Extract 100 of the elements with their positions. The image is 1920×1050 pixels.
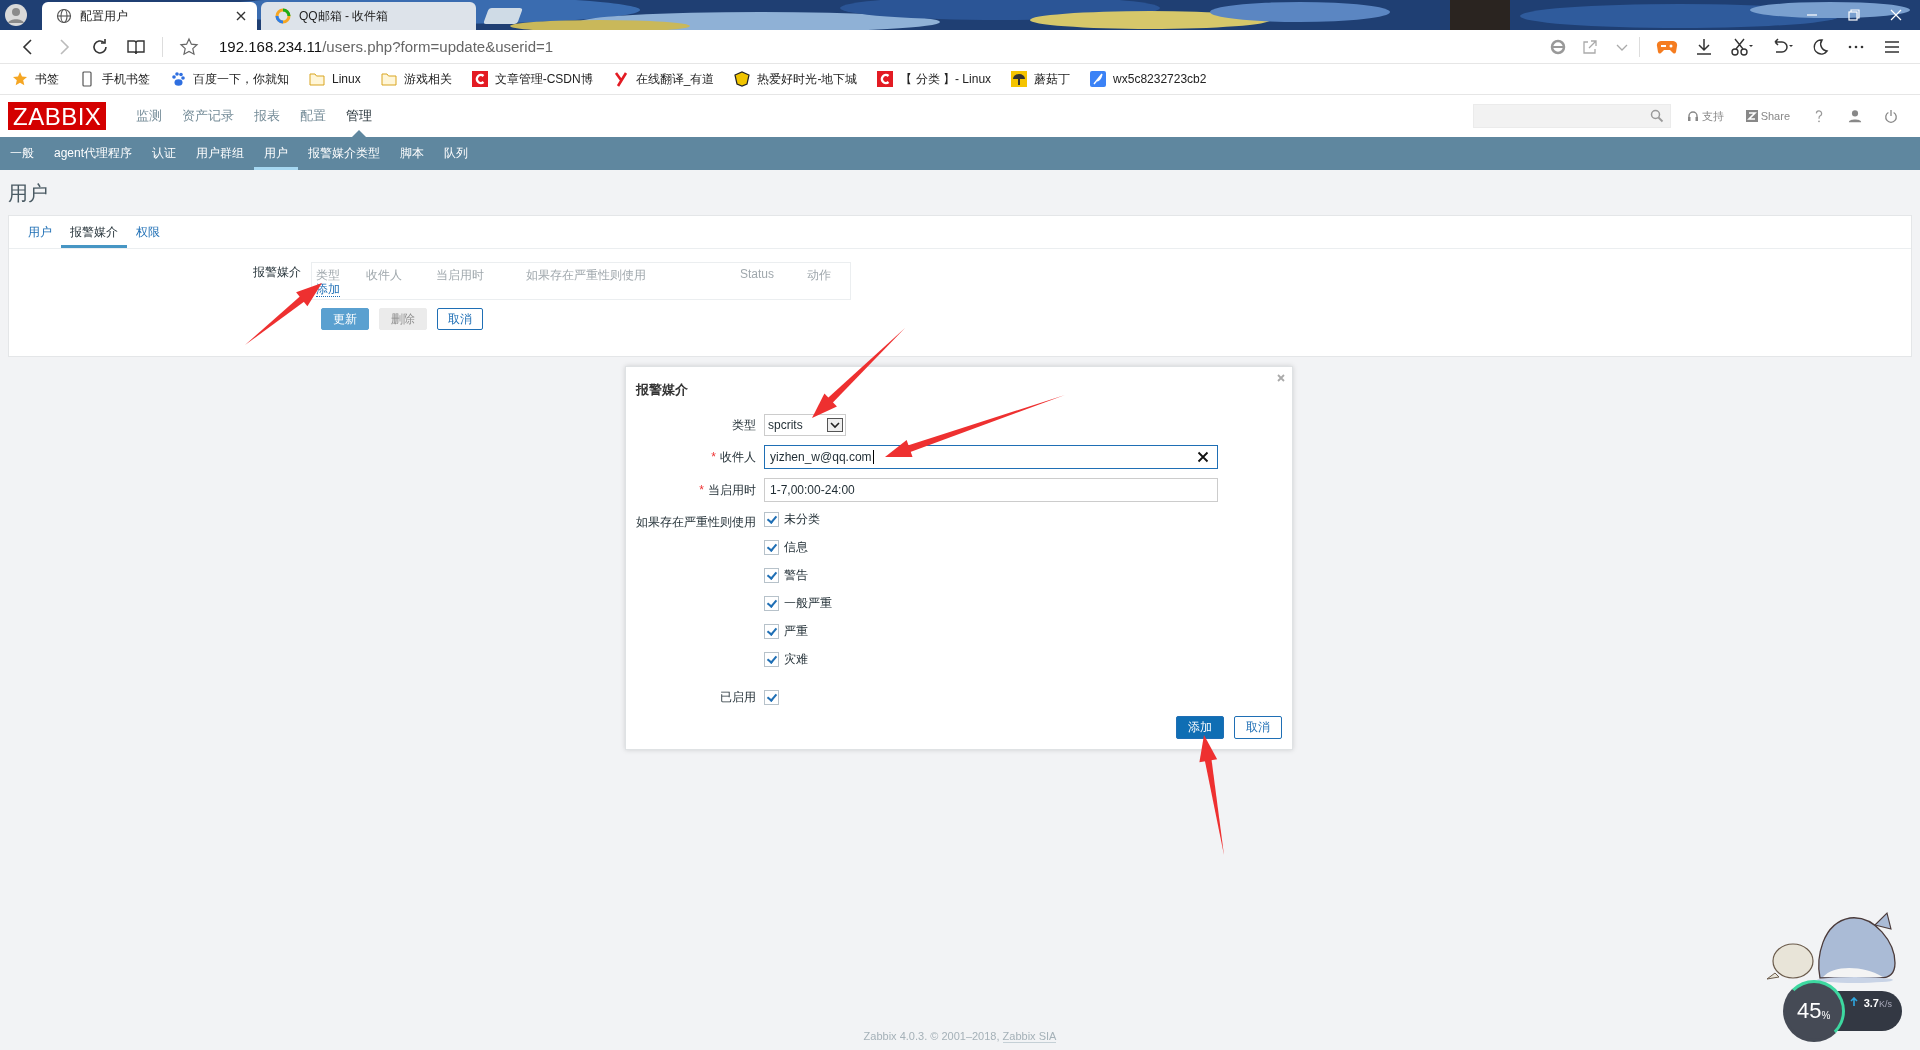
column-header: 动作: [807, 267, 831, 284]
checkbox-label: 信息: [784, 539, 808, 556]
clear-icon[interactable]: [1197, 451, 1209, 463]
globe-icon: [56, 8, 72, 24]
column-header: 当启用时: [436, 267, 485, 284]
bookmark[interactable]: 热爱好时光-地下城: [734, 70, 858, 88]
dialog-button[interactable]: 添加: [1176, 716, 1224, 739]
folder-icon: [309, 71, 325, 87]
form-tab[interactable]: 用户: [19, 216, 61, 248]
dialog-button[interactable]: 取消: [1234, 716, 1282, 739]
footer-text: Zabbix 4.0.3. © 2001–2018,: [863, 1030, 1001, 1042]
z-box-icon: [1745, 110, 1758, 122]
star-icon[interactable]: [179, 36, 199, 57]
menu-item[interactable]: 管理: [336, 95, 383, 137]
search-field[interactable]: [1472, 104, 1671, 128]
field-label: * 当启用时: [698, 481, 756, 499]
field-label: 已启用: [719, 689, 756, 706]
bookmark[interactable]: 手机书签: [79, 70, 150, 88]
power-icon[interactable]: [1884, 109, 1898, 123]
dialog-title: 报警媒介: [636, 381, 689, 399]
zabbix-logo[interactable]: ZABBIX: [8, 102, 107, 130]
checkbox[interactable]: [764, 690, 779, 705]
submenu-item[interactable]: 用户: [254, 137, 299, 170]
mushroom-icon: [1011, 71, 1028, 87]
bookmark[interactable]: wx5c8232723cb2: [1090, 71, 1207, 87]
bookmark[interactable]: 【 分类 】- Linux: [877, 70, 992, 88]
c-logo-icon: [877, 71, 894, 87]
submenu-item[interactable]: 认证: [142, 137, 187, 170]
header-link[interactable]: Share: [1745, 110, 1790, 122]
bookmark[interactable]: 百度一下，你就知: [170, 70, 289, 88]
restore-icon[interactable]: [1848, 9, 1860, 21]
bookmark[interactable]: 蘑菇丁: [1011, 70, 1071, 88]
checkbox[interactable]: [764, 512, 779, 527]
browser-tab[interactable]: QQ邮箱 - 收件箱: [261, 2, 476, 30]
feather-icon: [1090, 71, 1107, 87]
page-title: 用户: [8, 181, 49, 206]
menu-item[interactable]: 报表: [244, 95, 291, 137]
type-select[interactable]: spcrits: [764, 414, 846, 436]
column-header: 如果存在严重性则使用: [526, 267, 647, 284]
browser-tab[interactable]: 配置用户: [42, 2, 257, 30]
submenu-item[interactable]: 队列: [434, 137, 479, 170]
column-header: Status: [740, 267, 776, 283]
checkbox[interactable]: [764, 624, 779, 639]
form-button[interactable]: 更新: [321, 308, 369, 330]
ring-logo-icon: [275, 8, 291, 24]
submenu-item[interactable]: 脚本: [390, 137, 435, 170]
bookmark[interactable]: 游戏相关: [380, 70, 452, 88]
checkbox-label: 警告: [784, 567, 808, 584]
column-header: 收件人: [366, 267, 403, 284]
close-icon[interactable]: [235, 10, 247, 22]
menu-item[interactable]: 资产记录: [172, 95, 245, 137]
form-button[interactable]: 取消: [437, 308, 483, 330]
bookmark[interactable]: 书签: [12, 70, 59, 88]
bookmark[interactable]: 在线翻译_有道: [612, 70, 715, 88]
scissors-icon[interactable]: [1730, 36, 1754, 57]
submenu-item[interactable]: 报警媒介类型: [298, 137, 391, 170]
submenu-item[interactable]: 一般: [0, 137, 44, 170]
field-label: * 收件人: [710, 448, 756, 466]
submenu-item[interactable]: agent代理程序: [44, 137, 143, 170]
recipient-field[interactable]: yizhen_w@qq.com: [764, 445, 1218, 469]
menu-item[interactable]: 监测: [126, 95, 173, 137]
field-label: 类型: [731, 416, 756, 434]
profile-avatar-icon[interactable]: [4, 3, 28, 27]
bookmark[interactable]: Linux: [309, 71, 361, 87]
paw-icon: [170, 71, 186, 87]
download-icon[interactable]: [1694, 36, 1714, 57]
bookmark[interactable]: 文章管理-CSDN博: [471, 70, 593, 88]
c-logo-icon: [471, 71, 488, 87]
checkbox-label: 严重: [784, 623, 808, 640]
column-header: 类型: [316, 267, 341, 283]
checkbox-label: 未分类: [784, 511, 820, 528]
star-icon: [12, 71, 28, 87]
user-icon[interactable]: [1848, 109, 1862, 123]
schedule-field[interactable]: 1-7,00:00-24:00: [764, 478, 1218, 502]
folder-icon: [380, 71, 397, 87]
form-tab[interactable]: 权限: [127, 216, 169, 248]
checkbox-label: 一般严重: [784, 595, 832, 612]
checkbox[interactable]: [764, 540, 779, 555]
y-logo-icon: [612, 71, 629, 87]
chevron-down-icon: [827, 418, 843, 432]
checkbox-label: 灾难: [784, 651, 808, 668]
checkbox[interactable]: [764, 568, 779, 583]
field-label: 报警媒介: [252, 264, 302, 281]
form-tab[interactable]: 报警媒介: [61, 216, 127, 248]
menu-item[interactable]: 配置: [290, 95, 337, 137]
badge-icon: [734, 71, 751, 87]
gamepad-icon[interactable]: [1656, 38, 1678, 55]
upload-speed: 3.7K/s: [1863, 997, 1892, 1009]
e-logo-icon[interactable]: [1549, 37, 1567, 56]
search-icon: [1649, 109, 1664, 123]
checkbox[interactable]: [764, 596, 779, 611]
submenu-item[interactable]: 用户群组: [186, 137, 255, 170]
reload-icon[interactable]: [90, 36, 110, 57]
phone-icon: [79, 71, 95, 87]
upload-arrow-icon: [1848, 997, 1859, 1007]
checkbox[interactable]: [764, 652, 779, 667]
usage-gauge: 45%: [1782, 980, 1845, 1042]
field-label: 如果存在严重性则使用: [636, 514, 756, 531]
header-link[interactable]: 支持: [1686, 108, 1724, 124]
headset-icon: [1686, 110, 1699, 122]
